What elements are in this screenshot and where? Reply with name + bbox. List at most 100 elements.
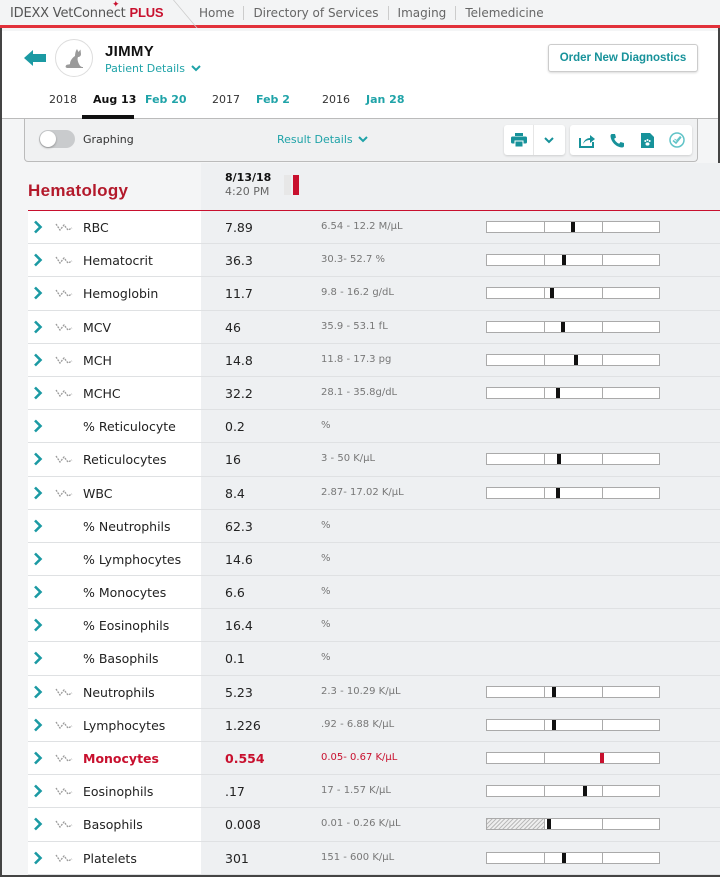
expand-chevron-icon[interactable] (33, 486, 43, 500)
result-row[interactable]: WBC 8.4 2.87- 17.02 K/µL (0, 476, 720, 510)
expand-chevron-icon[interactable] (33, 386, 43, 400)
results-table: RBC 7.89 6.54 - 12.2 M/µL Hematocrit 36.3 30.… (0, 211, 720, 875)
expand-chevron-icon[interactable] (33, 718, 43, 732)
expand-chevron-icon[interactable] (33, 651, 43, 665)
trend-icon[interactable] (55, 355, 73, 365)
result-row[interactable]: Neutrophils 5.23 2.3 - 10.29 K/µL (0, 675, 720, 709)
expand-chevron-icon[interactable] (33, 286, 43, 300)
expand-chevron-icon[interactable] (33, 784, 43, 798)
tab-feb-2[interactable]: Feb 2 (256, 93, 290, 106)
result-row[interactable]: % Basophils 0.1% (0, 642, 720, 676)
nav-link-telemedicine[interactable]: Telemedicine (455, 6, 552, 20)
expand-chevron-icon[interactable] (33, 220, 43, 234)
trend-icon[interactable] (55, 288, 73, 298)
back-arrow-icon[interactable] (24, 50, 46, 66)
trend-icon[interactable] (55, 322, 73, 332)
reference-range: .92 - 6.88 K/µL (321, 718, 395, 730)
print-button[interactable] (504, 125, 534, 155)
result-row[interactable]: RBC 7.89 6.54 - 12.2 M/µL (0, 211, 720, 245)
result-row[interactable]: Eosinophils .17 17 - 1.57 K/µL (0, 775, 720, 809)
expand-chevron-icon[interactable] (33, 585, 43, 599)
graphing-toggle[interactable] (39, 130, 75, 148)
trend-icon[interactable] (55, 255, 73, 265)
reference-range: 2.3 - 10.29 K/µL (321, 685, 401, 697)
result-row[interactable]: Hematocrit 36.3 30.3- 52.7 % (0, 244, 720, 278)
patient-details-dropdown[interactable]: Patient Details (105, 62, 202, 75)
range-indicator-bar (486, 752, 660, 764)
result-row[interactable]: MCV 46 35.9 - 53.1 fL (0, 310, 720, 344)
result-row[interactable]: Reticulocytes 16 3 - 50 K/µL (0, 443, 720, 477)
test-value: 7.89 (225, 220, 253, 235)
result-row[interactable]: % Lymphocytes 14.6% (0, 542, 720, 577)
call-button[interactable] (602, 125, 632, 155)
result-row[interactable]: Lymphocytes 1.226 .92 - 6.88 K/µL (0, 708, 720, 742)
expand-chevron-icon[interactable] (33, 353, 43, 367)
value-marker (557, 454, 561, 465)
result-row[interactable]: Monocytes 0.554 0.05- 0.67 K/µL (0, 742, 720, 776)
expand-chevron-icon[interactable] (33, 552, 43, 566)
test-value: 46 (225, 319, 241, 335)
result-row[interactable]: Hemoglobin 11.7 9.8 - 16.2 g/dL (0, 277, 720, 311)
expand-chevron-icon[interactable] (33, 817, 43, 831)
result-date: 8/13/18 (225, 171, 272, 184)
range-low-divider (544, 786, 545, 797)
expand-chevron-icon[interactable] (33, 851, 43, 865)
result-row[interactable]: % Reticulocyte 0.2% (0, 410, 720, 444)
tab-year-2016: 2016 (322, 93, 350, 106)
trend-icon[interactable] (55, 786, 73, 796)
nav-link-imaging[interactable]: Imaging (387, 6, 456, 20)
tab-jan-28[interactable]: Jan 28 (366, 93, 404, 106)
patient-record-button[interactable] (632, 125, 662, 155)
expand-chevron-icon[interactable] (33, 452, 43, 466)
expand-chevron-icon[interactable] (33, 320, 43, 334)
share-button[interactable] (572, 125, 602, 155)
trend-icon[interactable] (55, 819, 73, 829)
trend-icon[interactable] (55, 753, 73, 763)
tab-feb-20[interactable]: Feb 20 (145, 93, 187, 106)
print-options-button[interactable] (534, 125, 564, 155)
result-row[interactable]: % Neutrophils 62.3% (0, 509, 720, 543)
test-value: 0.2 (225, 419, 245, 435)
expand-chevron-icon[interactable] (33, 519, 43, 533)
result-row[interactable]: MCHC 32.2 28.1 - 35.8g/dL (0, 376, 720, 411)
nav-link-home[interactable]: Home (190, 6, 243, 20)
expand-chevron-icon[interactable] (33, 618, 43, 632)
range-low-divider (544, 255, 545, 266)
nav-link-directory[interactable]: Directory of Services (243, 6, 387, 20)
reference-range: 17 - 1.57 K/µL (321, 785, 391, 797)
expand-chevron-icon[interactable] (33, 685, 43, 699)
order-new-diagnostics-button[interactable]: Order New Diagnostics (548, 44, 698, 72)
result-row[interactable]: % Eosinophils 16.4% (0, 609, 720, 643)
tab-year-2017: 2017 (212, 93, 240, 106)
trend-icon[interactable] (55, 388, 73, 398)
check-circle-icon (669, 132, 685, 148)
trend-icon[interactable] (55, 687, 73, 697)
reference-range: 0.01 - 0.26 K/µL (321, 818, 401, 830)
mark-reviewed-button[interactable] (662, 125, 692, 155)
brand-prefix: IDEXX VetConnect (10, 6, 126, 21)
result-row[interactable]: Basophils 0.008 0.01 - 0.26 K/µL (0, 808, 720, 842)
trend-icon[interactable] (55, 853, 73, 863)
chevron-down-icon (191, 65, 202, 72)
test-name: % Neutrophils (83, 518, 171, 534)
trend-icon[interactable] (55, 222, 73, 232)
trend-icon[interactable] (55, 454, 73, 464)
reference-range: 3 - 50 K/µL (321, 453, 376, 465)
expand-chevron-icon[interactable] (33, 419, 43, 433)
expand-chevron-icon[interactable] (33, 751, 43, 765)
result-row[interactable]: MCH 14.8 11.8 - 17.3 pg (0, 343, 720, 377)
expand-chevron-icon[interactable] (33, 253, 43, 267)
result-row[interactable]: Platelets 301 151 - 600 K/µL (0, 841, 720, 875)
value-marker (561, 321, 565, 332)
reference-range: % (321, 519, 331, 531)
row-divider (28, 873, 720, 875)
brand-logo[interactable]: IDEXX VetConnect PLUS ✦ (10, 0, 164, 21)
result-details-dropdown[interactable]: Result Details (277, 133, 368, 146)
tab-aug-13[interactable]: Aug 13 (93, 93, 136, 106)
test-name: WBC (83, 485, 113, 501)
trend-icon[interactable] (55, 488, 73, 498)
value-marker (556, 487, 560, 498)
label-cell (28, 310, 201, 344)
result-row[interactable]: % Monocytes 6.6% (0, 576, 720, 610)
trend-icon[interactable] (55, 720, 73, 730)
